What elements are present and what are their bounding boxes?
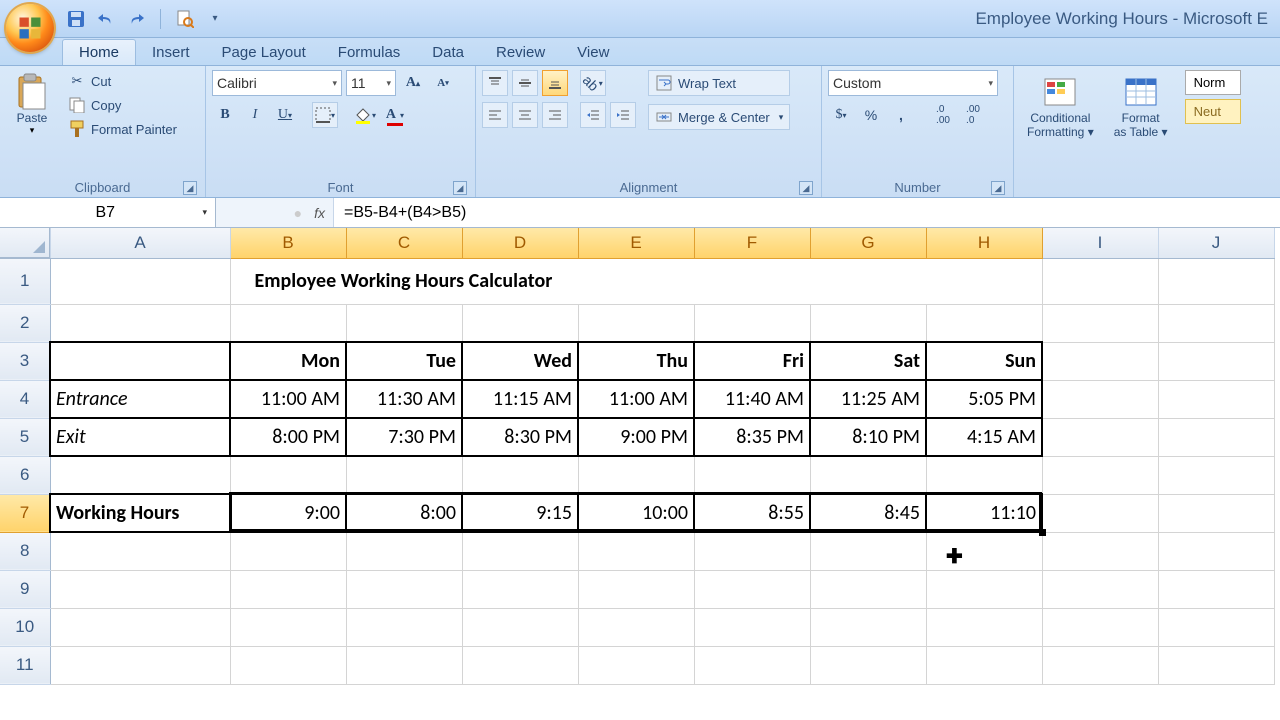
clipboard-launcher[interactable]: ◢ [183, 181, 197, 195]
fx-icon[interactable]: fx [314, 205, 325, 221]
paste-button[interactable]: Paste ▾ [6, 70, 58, 139]
align-top-button[interactable] [482, 70, 508, 96]
select-all-corner[interactable] [0, 228, 50, 258]
col-header-D[interactable]: D [462, 228, 578, 258]
cell-B1-title[interactable]: Employee Working Hours Calculator [230, 258, 1042, 304]
align-middle-button[interactable] [512, 70, 538, 96]
borders-button[interactable]: ▾ [312, 102, 338, 128]
redo-icon[interactable] [126, 9, 146, 29]
format-painter-button[interactable]: Format Painter [64, 118, 181, 140]
col-header-C[interactable]: C [346, 228, 462, 258]
tab-insert[interactable]: Insert [136, 40, 206, 65]
bold-button[interactable]: B [212, 102, 238, 128]
col-header-J[interactable]: J [1158, 228, 1274, 258]
row-header-2[interactable]: 2 [0, 304, 50, 342]
underline-button[interactable]: U▾ [272, 102, 298, 128]
align-center-button[interactable] [512, 102, 538, 128]
cell-style-normal[interactable]: Norm [1185, 70, 1241, 95]
fill-color-button[interactable]: ▾ [352, 102, 378, 128]
percent-button[interactable]: % [858, 102, 884, 128]
shrink-font-button[interactable]: A▾ [430, 70, 456, 96]
cancel-formula-icon[interactable]: ● [294, 205, 302, 221]
comma-button[interactable]: , [888, 102, 914, 128]
undo-icon[interactable] [96, 9, 116, 29]
alignment-launcher[interactable]: ◢ [799, 181, 813, 195]
increase-indent-button[interactable] [610, 102, 636, 128]
orientation-button[interactable]: ab▾ [580, 70, 606, 96]
cell-style-neutral[interactable]: Neut [1185, 99, 1241, 124]
window-title: Employee Working Hours - Microsoft E [225, 9, 1276, 29]
row-header-9[interactable]: 9 [0, 570, 50, 608]
cell-I1[interactable] [1042, 258, 1158, 304]
fill-handle[interactable] [1039, 529, 1046, 536]
align-right-button[interactable] [542, 102, 568, 128]
font-name-combo[interactable]: Calibri▾ [212, 70, 342, 96]
cell-A1[interactable] [50, 258, 230, 304]
name-box[interactable]: ▾ [0, 198, 216, 227]
decrease-decimal-button[interactable]: .00.0 [960, 102, 986, 128]
copy-button[interactable]: Copy [64, 94, 181, 116]
col-header-I[interactable]: I [1042, 228, 1158, 258]
formula-bar-input[interactable] [334, 198, 1280, 227]
grow-font-button[interactable]: A▴ [400, 70, 426, 96]
tab-page-layout[interactable]: Page Layout [206, 40, 322, 65]
row-header-3[interactable]: 3 [0, 342, 50, 380]
font-color-button[interactable]: A▾ [382, 102, 408, 128]
cell-J1[interactable] [1158, 258, 1274, 304]
cursor-icon: ✚ [946, 544, 963, 569]
tab-home[interactable]: Home [62, 39, 136, 65]
conditional-formatting-button[interactable]: ConditionalFormatting ▾ [1020, 70, 1101, 143]
qat-dropdown-icon[interactable]: ▾ [205, 9, 225, 29]
col-header-A[interactable]: A [50, 228, 230, 258]
cut-button[interactable]: ✂Cut [64, 70, 181, 92]
row-header-11[interactable]: 11 [0, 646, 50, 684]
currency-button[interactable]: $▾ [828, 102, 854, 128]
merge-center-button[interactable]: Merge & Center▾ [648, 104, 790, 130]
increase-decimal-button[interactable]: .0.00 [930, 102, 956, 128]
align-bottom-button[interactable] [542, 70, 568, 96]
italic-button[interactable]: I [242, 102, 268, 128]
number-format-combo[interactable]: Custom▾ [828, 70, 998, 96]
col-header-G[interactable]: G [810, 228, 926, 258]
tab-data[interactable]: Data [416, 40, 480, 65]
tab-formulas[interactable]: Formulas [322, 40, 417, 65]
decrease-indent-button[interactable] [580, 102, 606, 128]
col-header-F[interactable]: F [694, 228, 810, 258]
name-box-input[interactable] [8, 204, 202, 222]
col-header-H[interactable]: H [926, 228, 1042, 258]
font-launcher[interactable]: ◢ [453, 181, 467, 195]
align-left-button[interactable] [482, 102, 508, 128]
tab-review[interactable]: Review [480, 40, 561, 65]
col-header-B[interactable]: B [230, 228, 346, 258]
number-launcher[interactable]: ◢ [991, 181, 1005, 195]
wrap-text-button[interactable]: Wrap Text [648, 70, 790, 96]
tab-view[interactable]: View [561, 40, 625, 65]
row-header-5[interactable]: 5 [0, 418, 50, 456]
row-header-6[interactable]: 6 [0, 456, 50, 494]
font-size-combo[interactable]: 11▾ [346, 70, 396, 96]
ribbon-tabs: Home Insert Page Layout Formulas Data Re… [0, 38, 1280, 66]
save-icon[interactable] [66, 9, 86, 29]
row-header-10[interactable]: 10 [0, 608, 50, 646]
format-as-table-button[interactable]: Formatas Table ▾ [1107, 70, 1175, 143]
row-header-4[interactable]: 4 [0, 380, 50, 418]
print-preview-icon[interactable] [175, 9, 195, 29]
office-button[interactable] [6, 4, 54, 52]
row-header-8[interactable]: 8 [0, 532, 50, 570]
row-header-1[interactable]: 1 [0, 258, 50, 304]
col-header-E[interactable]: E [578, 228, 694, 258]
row-header-7[interactable]: 7 [0, 494, 50, 532]
